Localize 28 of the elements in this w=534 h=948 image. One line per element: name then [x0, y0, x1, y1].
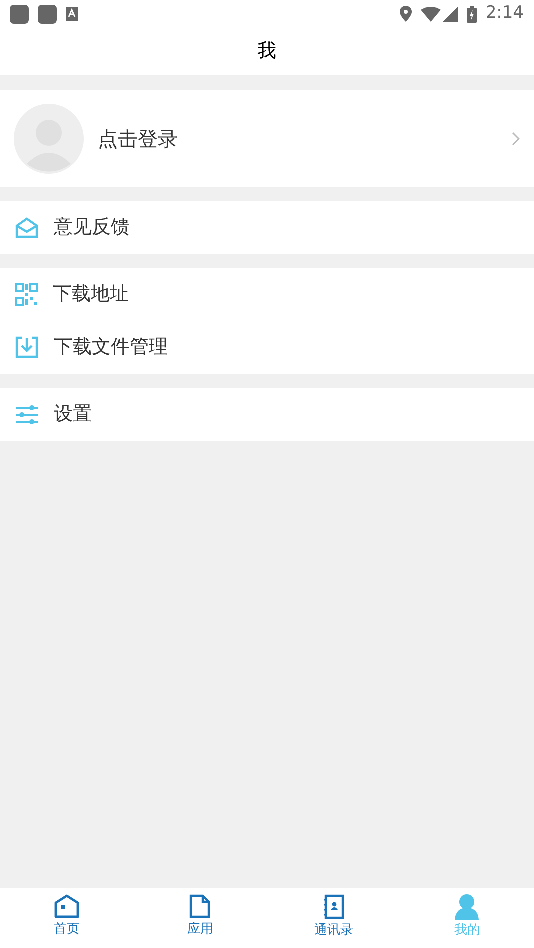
- sliders-icon: [15, 404, 39, 424]
- wifi-icon: [420, 6, 441, 22]
- login-label: 点击登录: [98, 126, 179, 152]
- avatar-icon: [14, 104, 84, 174]
- qr-code-icon: [15, 283, 38, 306]
- menu-item[interactable]: 设置: [0, 388, 534, 441]
- login-row[interactable]: 点击登录: [0, 90, 534, 187]
- chevron-right-icon: [512, 132, 520, 146]
- battery-icon: [466, 6, 477, 22]
- tab[interactable]: 应用: [134, 888, 267, 948]
- document-icon: [189, 894, 212, 919]
- notification-icon: [10, 4, 29, 24]
- location-icon: [400, 6, 412, 22]
- notification-icon: [38, 4, 57, 24]
- address-book-icon: [322, 894, 345, 920]
- tab[interactable]: 通讯录: [267, 888, 400, 948]
- menu-item[interactable]: 意见反馈: [0, 201, 534, 254]
- clock-time: 2:14: [486, 2, 524, 26]
- menu-item[interactable]: 下载文件管理: [0, 321, 534, 374]
- tab[interactable]: 首页: [0, 888, 134, 948]
- envelope-icon: [15, 216, 39, 238]
- signal-icon: [442, 6, 458, 22]
- page-title: 我: [258, 39, 276, 64]
- download-tray-icon: [15, 336, 39, 359]
- house-icon: [54, 894, 80, 919]
- person-icon: [454, 894, 480, 920]
- menu-item[interactable]: 下载地址: [0, 268, 534, 321]
- keyboard-icon: [66, 7, 78, 21]
